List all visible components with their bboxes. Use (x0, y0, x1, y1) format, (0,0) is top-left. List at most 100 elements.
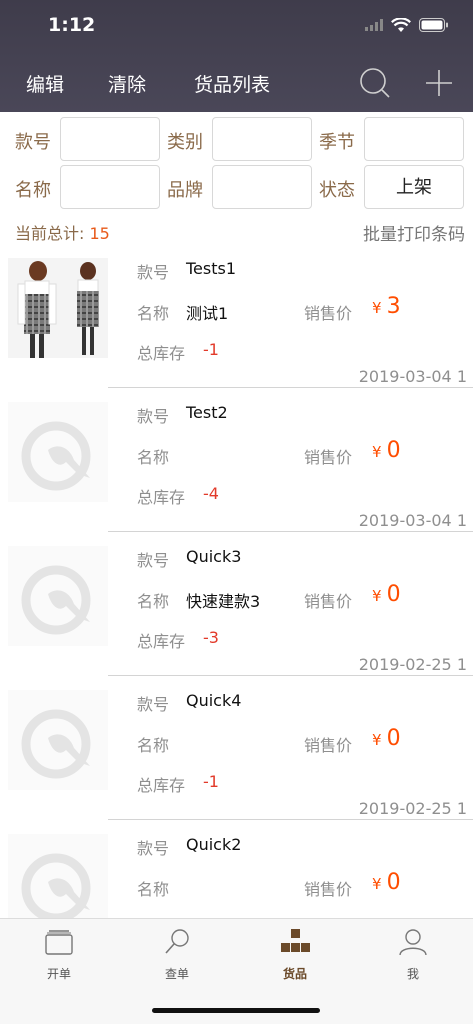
tab-goods[interactable]: 货品 (236, 927, 354, 982)
brand-select[interactable] (212, 165, 312, 209)
updated-date: 2019-03-04 1 (358, 511, 467, 530)
style-no-label: 款号 (137, 551, 170, 570)
total-count: 15 (89, 224, 110, 243)
currency-symbol: ¥ (372, 587, 382, 605)
stock-value: -4 (203, 484, 219, 503)
stock-label: 总库存 (137, 776, 186, 795)
price-value: ¥ 0 (372, 726, 401, 751)
status-label: 状态 (319, 180, 355, 201)
price-number: 0 (386, 438, 401, 463)
total-label: 当前总计: 15 (15, 220, 110, 244)
price-label: 销售价 (304, 448, 353, 467)
signal-icon (365, 19, 383, 31)
tab-label: 货品 (282, 967, 307, 981)
currency-symbol: ¥ (372, 299, 382, 317)
stock-label: 总库存 (137, 488, 186, 507)
wifi-icon (391, 17, 411, 32)
updated-date: 2019-02-25 1 (358, 799, 467, 818)
home-indicator[interactable] (152, 1008, 320, 1013)
price-number: 0 (386, 870, 401, 895)
status-icons (365, 14, 449, 36)
search-icon (165, 929, 189, 954)
clear-button[interactable]: 清除 (108, 70, 146, 97)
summary-bar: 当前总计: 15 批量打印条码 (0, 218, 473, 245)
placeholder-logo-icon (8, 546, 108, 646)
name-label: 名称 (137, 880, 170, 899)
stock-value: -1 (203, 772, 219, 791)
page-title: 货品列表 (194, 74, 271, 96)
style-no-label: 款号 (137, 263, 170, 282)
name-value: 快速建款3 (186, 592, 261, 611)
stock-label: 总库存 (137, 344, 186, 363)
style-no-value: Quick4 (186, 691, 242, 710)
tab-billing[interactable]: 开单 (0, 927, 118, 982)
status-time: 1:12 (48, 14, 96, 36)
status-select[interactable]: 上架 (364, 165, 464, 209)
price-value: ¥ 3 (372, 294, 401, 319)
product-row[interactable]: 款号 Quick2 名称 销售价 ¥ 0 (0, 820, 473, 918)
category-select[interactable] (212, 117, 312, 161)
navigation-header: 1:12 编辑 清除 货品列表 (0, 0, 473, 112)
price-number: 0 (386, 726, 401, 751)
updated-date: 2019-02-25 1 (358, 655, 467, 674)
battery-icon (419, 18, 448, 32)
placeholder-logo-icon (8, 402, 108, 502)
product-row[interactable]: 款号 Quick3 名称 快速建款3 销售价 ¥ 0 总库存 -3 2019-0… (0, 532, 473, 676)
currency-symbol: ¥ (372, 731, 382, 749)
stock-value: -3 (203, 628, 219, 647)
brand-label: 品牌 (167, 180, 203, 201)
search-icon[interactable] (358, 66, 392, 100)
filter-panel: 款号 类别 季节 名称 品牌 状态 上架 (0, 112, 473, 218)
product-row[interactable]: 款号 Test2 名称 销售价 ¥ 0 总库存 -4 2019-03-04 1 (0, 388, 473, 532)
price-label: 销售价 (304, 736, 353, 755)
category-label: 类别 (167, 132, 203, 153)
price-number: 0 (386, 582, 401, 607)
edit-button[interactable]: 编辑 (26, 70, 64, 97)
season-label: 季节 (319, 132, 355, 153)
season-select[interactable] (364, 117, 464, 161)
product-row[interactable]: 款号 Tests1 名称 测试1 销售价 ¥ 3 总库存 -1 2019-03-… (0, 244, 473, 388)
style-no-label: 款号 (15, 132, 51, 153)
tab-label: 我 (406, 967, 419, 981)
currency-symbol: ¥ (372, 875, 382, 893)
price-label: 销售价 (304, 880, 353, 899)
name-label: 名称 (15, 180, 51, 201)
style-no-value: Quick2 (186, 835, 242, 854)
price-value: ¥ 0 (372, 582, 401, 607)
price-number: 3 (386, 294, 401, 319)
style-no-value: Test2 (186, 403, 228, 422)
product-photo (8, 258, 108, 358)
name-value: 测试1 (186, 304, 229, 323)
style-no-label: 款号 (137, 695, 170, 714)
name-label: 名称 (137, 736, 170, 755)
name-input[interactable] (60, 165, 160, 209)
tab-label: 开单 (46, 967, 71, 981)
style-no-value: Tests1 (186, 259, 237, 278)
tab-me[interactable]: 我 (354, 927, 472, 982)
style-no-input[interactable] (60, 117, 160, 161)
tab-query[interactable]: 查单 (118, 927, 236, 982)
total-label-text: 当前总计: (15, 224, 85, 243)
placeholder-logo-icon (8, 834, 108, 918)
price-label: 销售价 (304, 592, 353, 611)
folder-icon (45, 930, 73, 955)
boxes-icon (281, 929, 310, 952)
style-no-label: 款号 (137, 407, 170, 426)
price-value: ¥ 0 (372, 870, 401, 895)
product-row[interactable]: 款号 Quick4 名称 销售价 ¥ 0 总库存 -1 2019-02-25 1 (0, 676, 473, 820)
stock-label: 总库存 (137, 632, 186, 651)
currency-symbol: ¥ (372, 443, 382, 461)
stock-value: -1 (203, 340, 219, 359)
add-icon[interactable] (424, 66, 454, 100)
placeholder-logo-icon (8, 690, 108, 790)
style-no-value: Quick3 (186, 547, 242, 566)
name-label: 名称 (137, 448, 170, 467)
tab-label: 查单 (164, 967, 189, 981)
price-value: ¥ 0 (372, 438, 401, 463)
name-label: 名称 (137, 304, 170, 323)
updated-date: 2019-03-04 1 (358, 367, 467, 386)
name-label: 名称 (137, 592, 170, 611)
style-no-label: 款号 (137, 839, 170, 858)
user-icon (399, 929, 427, 956)
batch-print-button[interactable]: 批量打印条码 (363, 220, 465, 245)
